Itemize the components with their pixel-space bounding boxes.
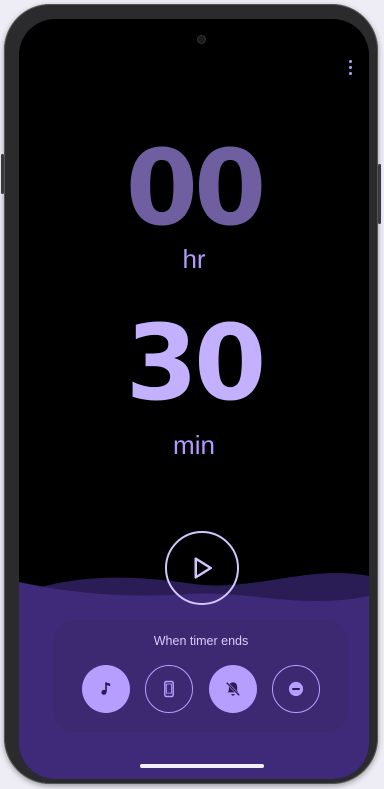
vibrate-phone-icon [164, 680, 174, 698]
timer-end-options-panel: When timer ends [53, 620, 349, 732]
do-not-disturb-option-button[interactable] [272, 665, 320, 713]
phone-frame: 00 hr 30 min When timer ends [1, 4, 381, 784]
more-vert-icon [348, 71, 352, 75]
start-timer-button[interactable] [165, 531, 239, 605]
silent-option-button[interactable] [209, 665, 257, 713]
more-options-button[interactable] [343, 55, 357, 79]
bell-off-icon [225, 681, 241, 697]
timer-screen: 00 hr 30 min When timer ends [19, 19, 369, 779]
hours-unit-label: hr [182, 244, 206, 274]
home-gesture-bar[interactable] [140, 764, 264, 768]
vibrate-option-button[interactable] [145, 665, 193, 713]
do-not-disturb-icon [288, 681, 304, 697]
more-vert-icon [348, 59, 352, 63]
minutes-value[interactable]: 30 [19, 311, 369, 415]
phone-side-button [1, 154, 4, 194]
front-camera [198, 36, 205, 43]
sound-option-button[interactable] [82, 665, 130, 713]
minutes-unit-label: min [173, 430, 215, 460]
panel-title: When timer ends [153, 634, 249, 648]
music-note-icon [101, 682, 111, 695]
hours-value[interactable]: 00 [19, 136, 369, 240]
more-vert-icon [348, 65, 352, 69]
phone-side-button [378, 164, 381, 224]
play-icon [194, 557, 212, 579]
